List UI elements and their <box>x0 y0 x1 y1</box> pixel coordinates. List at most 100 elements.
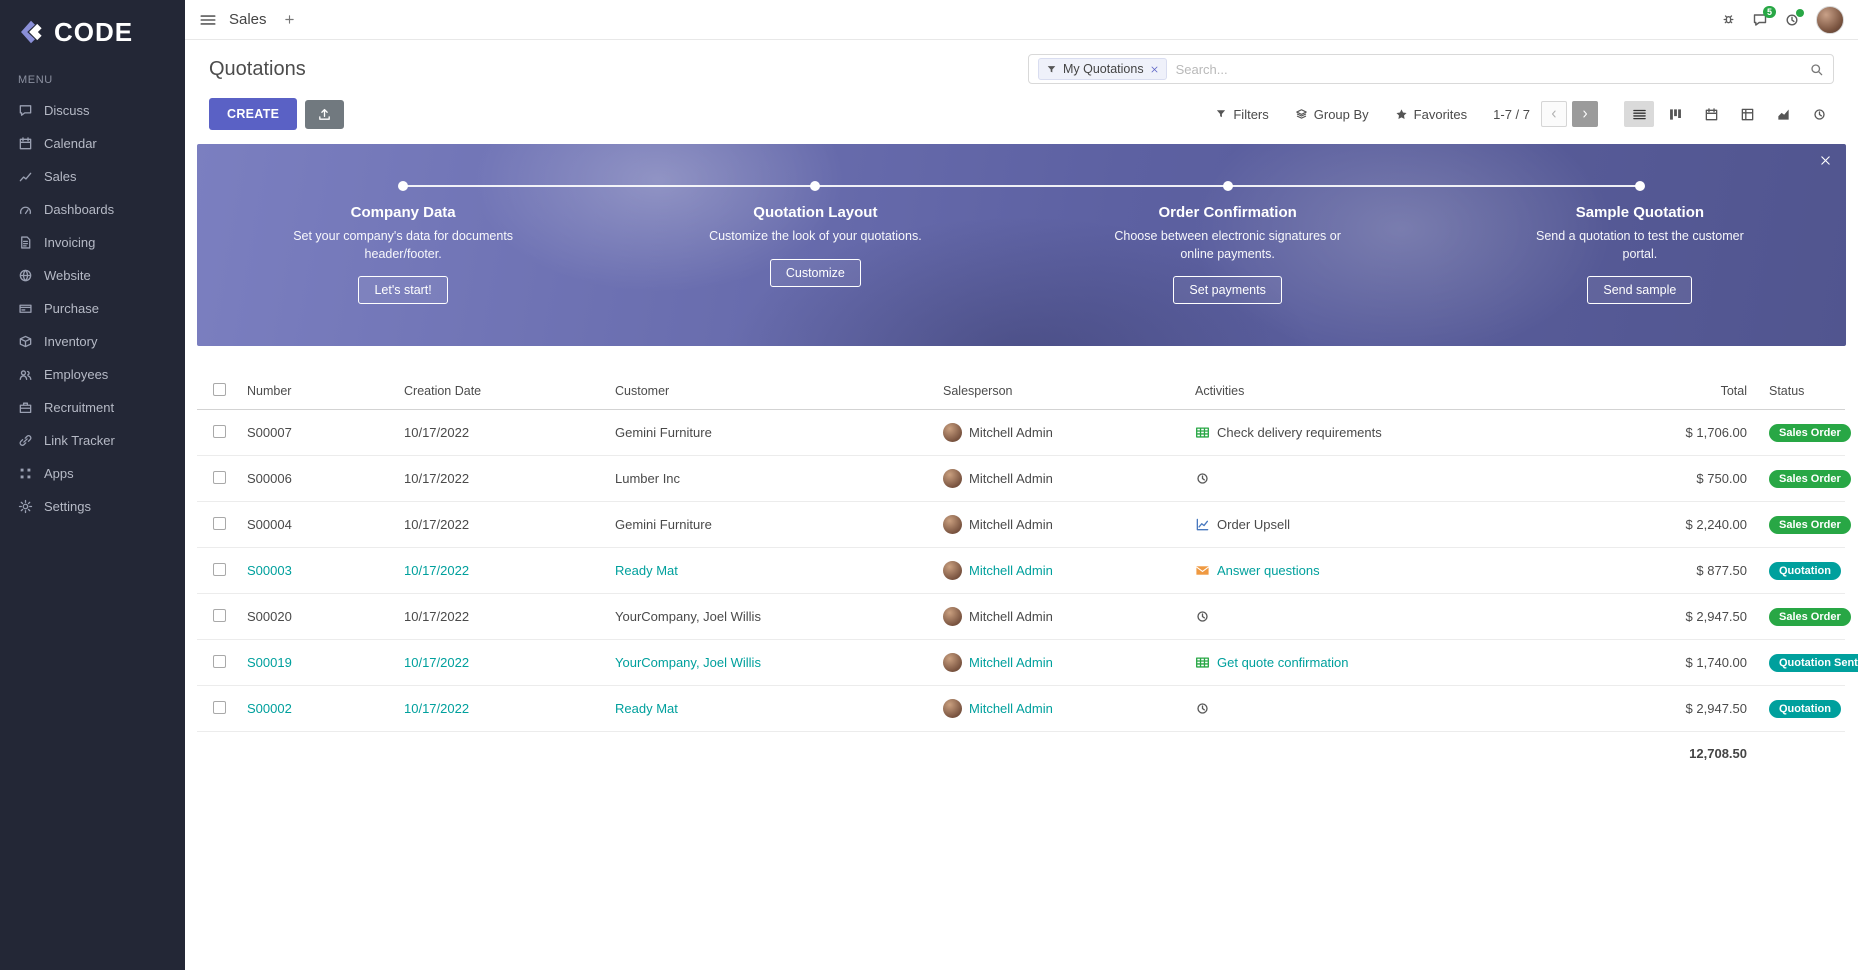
cell-number: S00003 <box>247 563 404 578</box>
row-checkbox[interactable] <box>213 517 226 530</box>
sidebar-item[interactable]: Website <box>0 259 185 292</box>
activity-cell[interactable]: Check delivery requirements <box>1195 425 1552 440</box>
sidebar-item[interactable]: Settings <box>0 490 185 523</box>
view-switch-button[interactable] <box>1624 101 1654 127</box>
cell-number: S00019 <box>247 655 404 670</box>
filters-button[interactable]: Filters <box>1215 107 1268 122</box>
header-status[interactable]: Status <box>1755 384 1845 398</box>
create-button[interactable]: CREATE <box>209 98 297 130</box>
hamburger-menu-icon[interactable] <box>199 11 217 29</box>
app-logo[interactable]: CODE <box>0 0 185 64</box>
sidebar-item[interactable]: Invoicing <box>0 226 185 259</box>
view-switch-button[interactable] <box>1660 101 1690 127</box>
cell-total: $ 750.00 <box>1560 471 1755 486</box>
row-checkbox[interactable] <box>213 655 226 668</box>
chart-line-icon <box>1195 517 1210 532</box>
group-by-button[interactable]: Group By <box>1295 107 1369 122</box>
menu-section-label: MENU <box>0 64 185 94</box>
messages-button[interactable]: 5 <box>1752 12 1768 28</box>
messages-count-badge: 5 <box>1763 6 1776 19</box>
sidebar-item[interactable]: Inventory <box>0 325 185 358</box>
banner-close-icon[interactable] <box>1819 154 1832 167</box>
cell-customer: Gemini Furniture <box>615 425 943 440</box>
cell-total: $ 2,240.00 <box>1560 517 1755 532</box>
sidebar-item[interactable]: Dashboards <box>0 193 185 226</box>
table-row[interactable]: S00002 10/17/2022 Ready Mat Mitchell Adm… <box>197 686 1845 732</box>
search-bar[interactable]: My Quotations <box>1028 54 1834 84</box>
favorites-button[interactable]: Favorites <box>1395 107 1467 122</box>
view-switcher <box>1624 101 1834 127</box>
view-switch-button[interactable] <box>1768 101 1798 127</box>
app-menu-label[interactable]: Sales <box>229 11 267 28</box>
pager-next-button[interactable] <box>1572 101 1598 127</box>
pivot-icon <box>1740 107 1755 122</box>
onboarding-step: Order Confirmation Choose between electr… <box>1022 144 1434 346</box>
cell-salesperson: Mitchell Admin <box>969 563 1053 578</box>
cell-total: $ 1,706.00 <box>1560 425 1755 440</box>
sidebar-item-label: Purchase <box>44 301 99 316</box>
row-checkbox[interactable] <box>213 609 226 622</box>
select-all-checkbox[interactable] <box>213 383 226 396</box>
view-switch-button[interactable] <box>1804 101 1834 127</box>
header-customer[interactable]: Customer <box>615 384 943 398</box>
kanban-icon <box>1668 107 1683 122</box>
table-row[interactable]: S00003 10/17/2022 Ready Mat Mitchell Adm… <box>197 548 1845 594</box>
header-creation-date[interactable]: Creation Date <box>404 384 615 398</box>
cell-salesperson: Mitchell Admin <box>969 609 1053 624</box>
step-action-button[interactable]: Let's start! <box>358 276 447 304</box>
view-switch-button[interactable] <box>1732 101 1762 127</box>
pager-previous-button[interactable] <box>1541 101 1567 127</box>
facet-remove-icon[interactable] <box>1150 65 1159 74</box>
activities-button[interactable] <box>1784 12 1800 28</box>
export-button[interactable] <box>305 100 344 129</box>
sidebar-item[interactable]: Link Tracker <box>0 424 185 457</box>
add-tab-icon[interactable] <box>283 13 296 26</box>
search-icon[interactable] <box>1809 62 1824 77</box>
activity-cell[interactable]: Answer questions <box>1195 563 1552 578</box>
sidebar-item[interactable]: Calendar <box>0 127 185 160</box>
activity-cell[interactable]: Get quote confirmation <box>1195 655 1552 670</box>
sidebar-item[interactable]: Sales <box>0 160 185 193</box>
header-number[interactable]: Number <box>247 384 404 398</box>
sidebar-item[interactable]: Apps <box>0 457 185 490</box>
sidebar-item[interactable]: Purchase <box>0 292 185 325</box>
header-total[interactable]: Total <box>1560 384 1755 398</box>
sidebar-item[interactable]: Discuss <box>0 94 185 127</box>
table-row[interactable]: S00004 10/17/2022 Gemini Furniture Mitch… <box>197 502 1845 548</box>
debug-icon[interactable] <box>1721 12 1736 27</box>
app-logo-icon <box>16 17 46 47</box>
header-salesperson[interactable]: Salesperson <box>943 384 1195 398</box>
clock-icon <box>1195 471 1210 486</box>
row-checkbox[interactable] <box>213 471 226 484</box>
sidebar-menu: Discuss Calendar Sales Dashboards Invoic… <box>0 94 185 523</box>
table-row[interactable]: S00020 10/17/2022 YourCompany, Joel Will… <box>197 594 1845 640</box>
cell-salesperson: Mitchell Admin <box>969 425 1053 440</box>
sidebar-item[interactable]: Recruitment <box>0 391 185 424</box>
activity-cell[interactable] <box>1195 471 1552 486</box>
cell-creation-date: 10/17/2022 <box>404 425 615 440</box>
activity-cell[interactable] <box>1195 609 1552 624</box>
search-facet[interactable]: My Quotations <box>1038 58 1167 80</box>
sidebar-item[interactable]: Employees <box>0 358 185 391</box>
pager-range: 1-7 / 7 <box>1493 107 1530 122</box>
view-switch-button[interactable] <box>1696 101 1726 127</box>
table-row[interactable]: S00007 10/17/2022 Gemini Furniture Mitch… <box>197 410 1845 456</box>
search-input[interactable] <box>1176 62 1800 77</box>
step-action-button[interactable]: Customize <box>770 259 861 287</box>
step-action-button[interactable]: Send sample <box>1587 276 1692 304</box>
row-checkbox[interactable] <box>213 563 226 576</box>
activity-icon <box>1812 107 1827 122</box>
row-checkbox[interactable] <box>213 701 226 714</box>
step-action-button[interactable]: Set payments <box>1173 276 1281 304</box>
search-facet-label: My Quotations <box>1063 62 1144 76</box>
sidebar-item-label: Website <box>44 268 91 283</box>
row-checkbox[interactable] <box>213 425 226 438</box>
recruitment-icon <box>18 400 33 415</box>
table-row[interactable]: S00019 10/17/2022 YourCompany, Joel Will… <box>197 640 1845 686</box>
activity-cell[interactable]: Order Upsell <box>1195 517 1552 532</box>
activity-cell[interactable] <box>1195 701 1552 716</box>
user-avatar[interactable] <box>1816 6 1844 34</box>
header-activities[interactable]: Activities <box>1195 384 1560 398</box>
table-row[interactable]: S00006 10/17/2022 Lumber Inc Mitchell Ad… <box>197 456 1845 502</box>
step-title: Order Confirmation <box>1022 204 1434 221</box>
